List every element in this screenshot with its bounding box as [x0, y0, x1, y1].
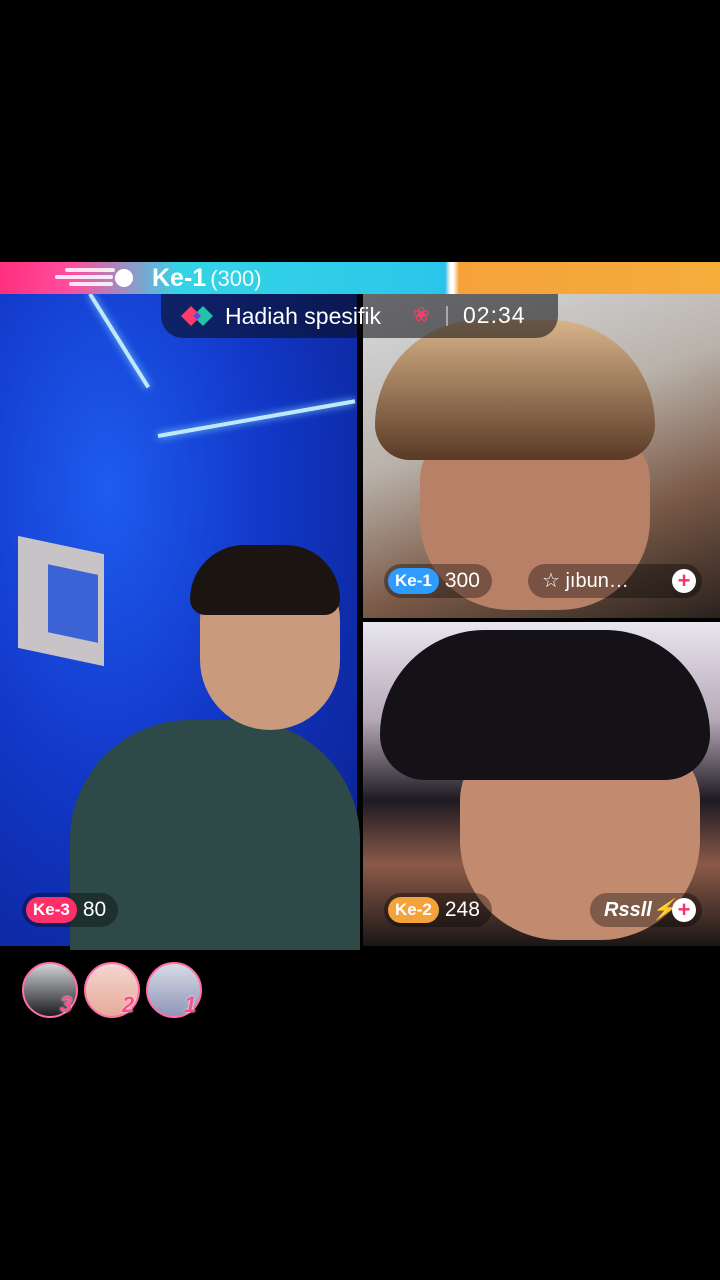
- plus-icon[interactable]: +: [672, 898, 696, 922]
- leader-rank-label: Ke-1: [152, 264, 207, 292]
- rank-score: 300: [444, 569, 480, 592]
- rose-icon: ❀: [413, 304, 430, 326]
- user-pill-bottom-right[interactable]: Rssll⚡ +: [590, 893, 702, 927]
- viewer-rank: 2: [122, 992, 135, 1017]
- streamer-tr-hair: [375, 320, 655, 460]
- participant-name: Rssll⚡: [604, 899, 677, 921]
- viewer-rank: 1: [184, 992, 197, 1017]
- gift-icon: [181, 306, 213, 326]
- speed-streak-icon: [55, 268, 135, 288]
- plus-icon[interactable]: +: [672, 569, 696, 593]
- rank-score: 80: [82, 898, 107, 921]
- viewer-rank: 3: [60, 992, 73, 1017]
- participant-name: ☆ jıbun…: [542, 570, 629, 592]
- rank-pill-left: Ke-3 80: [22, 893, 119, 927]
- rank-badge: Ke-2: [388, 897, 439, 923]
- led-strip: [88, 294, 150, 389]
- wall-flag-box: [18, 535, 104, 667]
- streamer-br-hair: [380, 630, 710, 780]
- timer-separator: [446, 306, 448, 326]
- gift-challenge-label: Hadiah spesifik: [225, 303, 381, 329]
- progress-divider: [445, 262, 459, 294]
- streamer-left-hair: [190, 545, 340, 615]
- battle-progress-bar: Ke-1 (300): [0, 262, 720, 294]
- led-strip: [157, 399, 356, 438]
- leader-rank: Ke-1 (300): [152, 264, 262, 293]
- user-pill-top-right[interactable]: ☆ jıbun… +: [528, 564, 702, 598]
- rank-badge: Ke-3: [26, 897, 77, 923]
- rank-pill-top-right: Ke-1 300: [384, 564, 492, 598]
- leader-rank-score: (300): [210, 266, 262, 291]
- rank-score: 248: [444, 898, 480, 921]
- countdown-time: 02:34: [463, 302, 526, 328]
- gift-challenge-timer: Hadiah spesifik ❀ 02:34: [161, 294, 558, 338]
- rank-pill-bottom-right: Ke-2 248: [384, 893, 492, 927]
- rank-badge: Ke-1: [388, 568, 439, 594]
